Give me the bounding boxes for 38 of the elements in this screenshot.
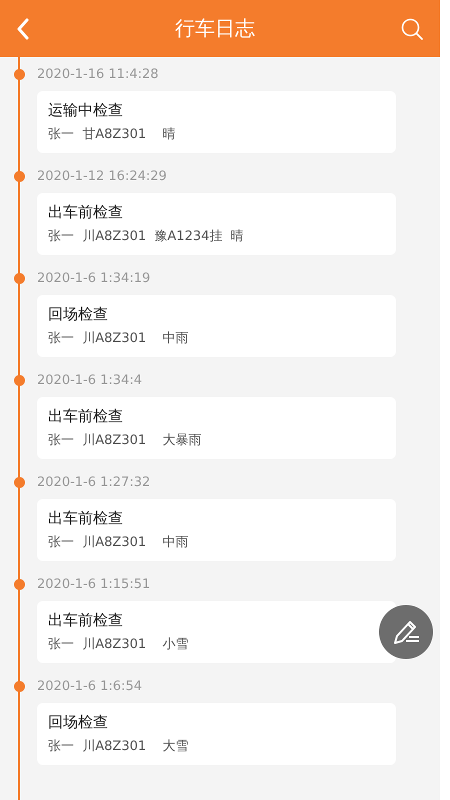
log-detail: 张一 甘A8Z301 晴 (48, 126, 177, 144)
log-detail: 张一 川A8Z301 大雪 (48, 738, 190, 756)
log-card[interactable]: 回场检查 张一 川A8Z301 大雪 (37, 703, 396, 765)
entry-time: 2020-1-6 1:6:54 (37, 678, 143, 696)
log-card[interactable]: 出车前检查 张一 川A8Z301 大暴雨 (37, 397, 396, 459)
search-icon (400, 16, 424, 40)
log-title: 出车前检查 (48, 406, 124, 427)
log-detail: 张一 川A8Z301 豫A1234挂 晴 (48, 228, 245, 246)
entry-time: 2020-1-6 1:34:19 (37, 270, 152, 288)
log-title: 出车前检查 (48, 202, 124, 223)
log-detail: 张一 川A8Z301 中雨 (48, 330, 190, 348)
entry-time: 2020-1-6 1:15:51 (37, 576, 152, 594)
timeline-dot (14, 579, 24, 590)
log-title: 出车前检查 (48, 508, 124, 529)
timeline-dot (14, 681, 24, 692)
back-icon (16, 18, 30, 40)
timeline-dot (14, 273, 24, 284)
page-title: 行车日志 (175, 15, 255, 42)
log-card[interactable]: 运输中检查 张一 甘A8Z301 晴 (37, 91, 396, 153)
log-card[interactable]: 出车前检查 张一 川A8Z301 豫A1234挂 晴 (37, 193, 396, 255)
log-title: 出车前检查 (48, 610, 124, 631)
log-title: 回场检查 (48, 304, 109, 325)
timeline-dot (14, 171, 24, 182)
timeline-dot (14, 375, 24, 386)
timeline-dot (14, 477, 24, 488)
log-card[interactable]: 出车前检查 张一 川A8Z301 中雨 (37, 499, 396, 561)
entry-time: 2020-1-6 1:27:32 (37, 474, 152, 492)
log-card[interactable]: 出车前检查 张一 川A8Z301 小雪 (37, 601, 396, 663)
timeline-dot (14, 69, 24, 80)
log-title: 回场检查 (48, 712, 109, 733)
entry-time: 2020-1-6 1:34:4 (37, 372, 143, 390)
log-detail: 张一 川A8Z301 中雨 (48, 534, 190, 552)
log-detail: 张一 川A8Z301 小雪 (48, 636, 190, 654)
entry-time: 2020-1-16 11:4:28 (37, 66, 160, 84)
log-title: 运输中检查 (48, 100, 124, 121)
log-detail: 张一 川A8Z301 大暴雨 (48, 432, 203, 450)
log-card[interactable]: 回场检查 张一 川A8Z301 中雨 (37, 295, 396, 357)
entry-time: 2020-1-12 16:24:29 (37, 168, 168, 186)
